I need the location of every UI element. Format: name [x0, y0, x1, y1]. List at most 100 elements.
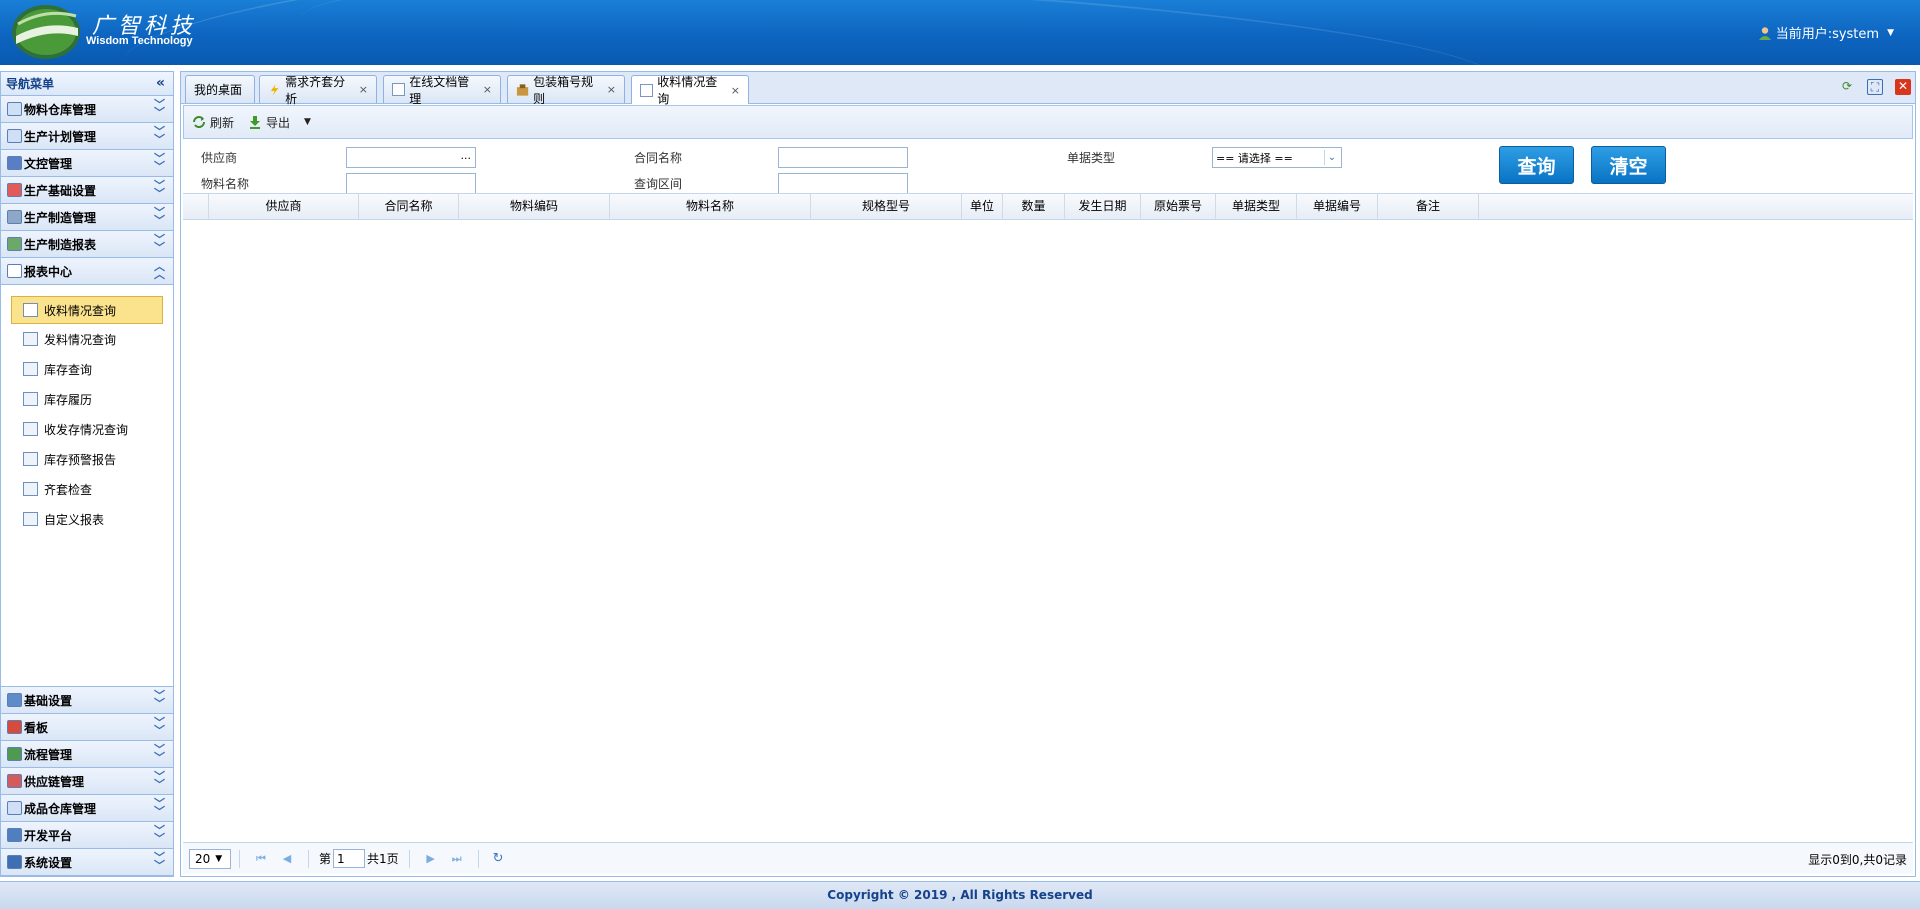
sidebar-item[interactable]: 收发存情况查询	[1, 414, 173, 444]
sidebar-group[interactable]: 生产制造报表 ﹀ ﹀	[1, 231, 173, 258]
sidebar-item[interactable]: 发料情况查询	[1, 324, 173, 354]
sidebar-item[interactable]: 库存查询	[1, 354, 173, 384]
current-user-menu[interactable]: 当前用户:system ▼	[1758, 23, 1894, 42]
close-icon[interactable]: ×	[731, 84, 740, 97]
material-input[interactable]	[346, 173, 476, 194]
tab-package-rules[interactable]: 包装箱号规则 ×	[507, 75, 625, 106]
sidebar-group[interactable]: 系统设置 ﹀ ﹀	[1, 849, 173, 876]
refresh-icon	[193, 116, 205, 128]
sidebar-item-label: 库存履历	[44, 392, 93, 407]
column-header[interactable]: 规格型号	[811, 194, 962, 219]
chevron-up-icon: ︿ ︿	[154, 260, 165, 281]
collapse-sidebar-icon[interactable]: «	[156, 75, 165, 91]
column-header[interactable]: 供应商	[209, 194, 359, 219]
chevron-down-icon: ▼	[1887, 27, 1894, 38]
tab-label: 在线文档管理	[409, 74, 470, 106]
first-page-icon[interactable]: ⏮	[251, 852, 271, 866]
sidebar-group[interactable]: 基础设置 ﹀ ﹀	[1, 687, 173, 714]
sidebar-item[interactable]: 自定义报表	[1, 504, 173, 534]
sidebar-group-label: 成品仓库管理	[24, 801, 97, 816]
sidebar-group[interactable]: 生产制造管理 ﹀ ﹀	[1, 204, 173, 231]
app-header: 广智科技 Wisdom Technology 当前用户:system ▼	[0, 0, 1920, 65]
fullscreen-icon[interactable]: ⛶	[1867, 79, 1883, 95]
close-all-icon[interactable]: ✕	[1895, 79, 1911, 95]
tab-demand-analysis[interactable]: 需求齐套分析 ×	[259, 75, 377, 106]
column-header[interactable]: 单位	[962, 194, 1003, 219]
supplier-input[interactable]: ...	[346, 147, 476, 168]
close-icon[interactable]: ×	[607, 83, 616, 96]
sidebar-group-label: 生产计划管理	[24, 129, 97, 144]
column-header[interactable]: 单据编号	[1297, 194, 1378, 219]
sidebar-item[interactable]: 库存履历	[1, 384, 173, 414]
logo-english-text: Wisdom Technology	[86, 35, 193, 47]
download-icon	[250, 116, 261, 129]
tab-my-desktop[interactable]: 我的桌面	[185, 75, 255, 103]
clear-button[interactable]: 清空	[1591, 146, 1666, 184]
contract-input[interactable]	[778, 147, 908, 168]
query-button[interactable]: 查询	[1499, 146, 1574, 184]
column-header[interactable]: 数量	[1003, 194, 1065, 219]
column-header[interactable]: 合同名称	[359, 194, 459, 219]
reload-icon[interactable]: ↻	[493, 851, 504, 866]
grid-header: 供应商 合同名称 物料编码 物料名称 规格型号 单位 数量 发生日期 原始票号 …	[183, 193, 1913, 220]
sidebar-group[interactable]: 流程管理 ﹀ ﹀	[1, 741, 173, 768]
sidebar-group[interactable]: 文控管理 ﹀ ﹀	[1, 150, 173, 177]
divider	[308, 849, 309, 868]
header-decoration	[297, 0, 1503, 65]
export-button[interactable]: 导出 ▼	[248, 114, 311, 131]
close-icon[interactable]: ×	[483, 83, 492, 96]
doc-type-select[interactable]: == 请选择 == ⌄	[1212, 147, 1342, 168]
sidebar-group[interactable]: 成品仓库管理 ﹀ ﹀	[1, 795, 173, 822]
column-header[interactable]: 物料编码	[459, 194, 610, 219]
chevron-down-icon: ﹀ ﹀	[154, 125, 165, 146]
documents-icon	[392, 83, 406, 96]
close-icon[interactable]: ×	[359, 83, 368, 96]
current-user-label: 当前用户:system	[1775, 27, 1880, 42]
chevron-down-icon: ﹀ ﹀	[154, 179, 165, 200]
chevron-down-icon[interactable]: ▼	[304, 117, 311, 127]
sidebar-group[interactable]: 报表中心 ︿ ︿	[1, 258, 173, 285]
next-page-icon[interactable]: ▶	[421, 852, 441, 865]
sidebar-group[interactable]: 开发平台 ﹀ ﹀	[1, 822, 173, 849]
column-header[interactable]: 单据类型	[1216, 194, 1297, 219]
tab-online-documents[interactable]: 在线文档管理 ×	[383, 75, 501, 106]
sidebar-group[interactable]: 物料仓库管理 ﹀ ﹀	[1, 96, 173, 123]
sidebar-item-label: 库存预警报告	[44, 452, 117, 467]
logo-globe-icon	[12, 5, 80, 59]
chevron-down-icon: ﹀ ﹀	[154, 824, 165, 845]
custom-report-icon	[23, 512, 38, 526]
sidebar-item[interactable]: 库存预警报告	[1, 444, 173, 474]
window-tools: ⟳ ⛶ ✕	[1839, 79, 1911, 95]
column-header[interactable]: 发生日期	[1065, 194, 1141, 219]
refresh-tabs-icon[interactable]: ⟳	[1839, 79, 1855, 95]
sidebar-group[interactable]: 生产计划管理 ﹀ ﹀	[1, 123, 173, 150]
sidebar-group-label: 供应链管理	[24, 774, 85, 789]
sidebar-group[interactable]: 看板 ﹀ ﹀	[1, 714, 173, 741]
users-icon	[23, 332, 38, 346]
tab-receiving-query[interactable]: 收料情况查询 ×	[631, 75, 749, 106]
page-size-value: 20	[195, 851, 211, 866]
supplier-picker-button[interactable]: ...	[461, 149, 472, 162]
sidebar-item[interactable]: 收料情况查询	[11, 296, 163, 324]
page-number-input[interactable]: 1	[333, 849, 366, 868]
sidebar-group[interactable]: 生产基础设置 ﹀ ﹀	[1, 177, 173, 204]
column-header[interactable]: 原始票号	[1141, 194, 1216, 219]
tab-label: 收料情况查询	[657, 75, 718, 106]
page-size-select[interactable]: 20 ▼	[189, 848, 231, 869]
sidebar-group[interactable]: 供应链管理 ﹀ ﹀	[1, 768, 173, 795]
date-range-input[interactable]	[778, 173, 908, 194]
user-icon	[1758, 26, 1771, 40]
sidebar-item-label: 自定义报表	[44, 512, 105, 527]
ledger-icon	[23, 422, 38, 436]
column-header[interactable]: 备注	[1378, 194, 1479, 219]
material-label: 物料名称	[201, 177, 250, 191]
footer: Copyright © 2019 , All Rights Reserved	[0, 881, 1920, 909]
warehouse-icon	[7, 102, 22, 116]
previous-page-icon[interactable]: ◀	[277, 852, 297, 865]
chart-globe-icon	[7, 237, 22, 251]
last-page-icon[interactable]: ⏭	[447, 852, 467, 866]
sidebar-group-label: 报表中心	[24, 264, 73, 279]
refresh-button[interactable]: 刷新	[192, 114, 234, 131]
sidebar-item[interactable]: 齐套检查	[1, 474, 173, 504]
column-header[interactable]: 物料名称	[610, 194, 811, 219]
